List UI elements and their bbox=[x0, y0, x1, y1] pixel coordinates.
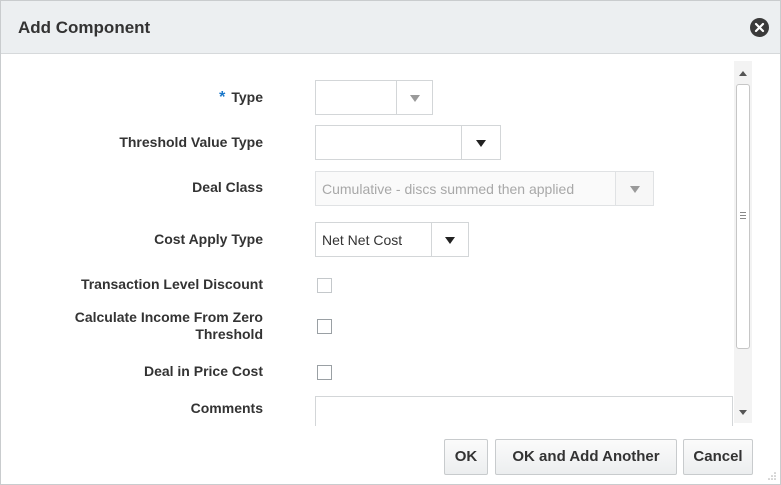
chevron-down-icon bbox=[476, 139, 486, 147]
type-select[interactable] bbox=[315, 80, 433, 115]
cost-apply-type-value: Net Net Cost bbox=[322, 232, 403, 248]
ok-and-add-another-button[interactable]: OK and Add Another bbox=[495, 439, 677, 475]
comments-label: Comments bbox=[190, 400, 263, 416]
calculate-income-checkbox[interactable] bbox=[317, 319, 332, 334]
add-component-dialog: Add Component * Type Threshold Value Type… bbox=[0, 0, 781, 485]
scroll-up-icon[interactable] bbox=[739, 71, 747, 76]
deal-class-label: Deal Class bbox=[192, 179, 263, 195]
threshold-value-type-value bbox=[316, 126, 322, 159]
comments-textarea[interactable] bbox=[315, 396, 733, 426]
cancel-button[interactable]: Cancel bbox=[683, 439, 753, 475]
dialog-titlebar: Add Component bbox=[1, 1, 780, 54]
grip-line bbox=[740, 218, 746, 219]
dialog-content: * Type Threshold Value Type Deal Class Cu… bbox=[1, 54, 741, 426]
dialog-footer: OK OK and Add Another Cancel bbox=[1, 426, 780, 484]
deal-in-price-cost-checkbox[interactable] bbox=[317, 365, 332, 380]
scroll-thumb[interactable] bbox=[736, 84, 750, 349]
scroll-down-icon[interactable] bbox=[739, 410, 747, 415]
transaction-level-discount-label: Transaction Level Discount bbox=[80, 276, 263, 292]
chevron-down-icon bbox=[629, 185, 640, 193]
threshold-value-type-label: Threshold Value Type bbox=[119, 134, 263, 150]
calculate-income-label: Calculate Income From Zero Threshold bbox=[74, 309, 263, 342]
grip-line bbox=[740, 212, 746, 213]
type-dropdown-button[interactable] bbox=[396, 81, 432, 114]
cost-apply-type-dropdown-button[interactable] bbox=[431, 223, 468, 256]
required-marker: * bbox=[219, 89, 226, 106]
type-value bbox=[316, 81, 322, 114]
cost-apply-type-label: Cost Apply Type bbox=[154, 231, 263, 247]
transaction-level-discount-checkbox[interactable] bbox=[317, 278, 332, 293]
close-icon[interactable] bbox=[750, 18, 769, 37]
deal-in-price-cost-label: Deal in Price Cost bbox=[143, 363, 263, 379]
threshold-value-type-select[interactable] bbox=[315, 125, 501, 160]
vertical-scrollbar[interactable] bbox=[734, 61, 752, 423]
deal-class-select: Cumulative - discs summed then applied bbox=[315, 171, 654, 206]
resize-grip-icon[interactable] bbox=[766, 470, 776, 480]
threshold-value-type-dropdown-button[interactable] bbox=[461, 126, 500, 159]
grip-line bbox=[740, 215, 746, 216]
deal-class-value: Cumulative - discs summed then applied bbox=[322, 181, 575, 197]
dialog-title: Add Component bbox=[18, 18, 151, 37]
chevron-down-icon bbox=[409, 94, 420, 102]
deal-class-dropdown-button bbox=[615, 172, 653, 205]
cost-apply-type-select[interactable]: Net Net Cost bbox=[315, 222, 469, 257]
ok-button[interactable]: OK bbox=[444, 439, 488, 475]
chevron-down-icon bbox=[445, 236, 455, 244]
type-label: * Type bbox=[219, 89, 263, 106]
